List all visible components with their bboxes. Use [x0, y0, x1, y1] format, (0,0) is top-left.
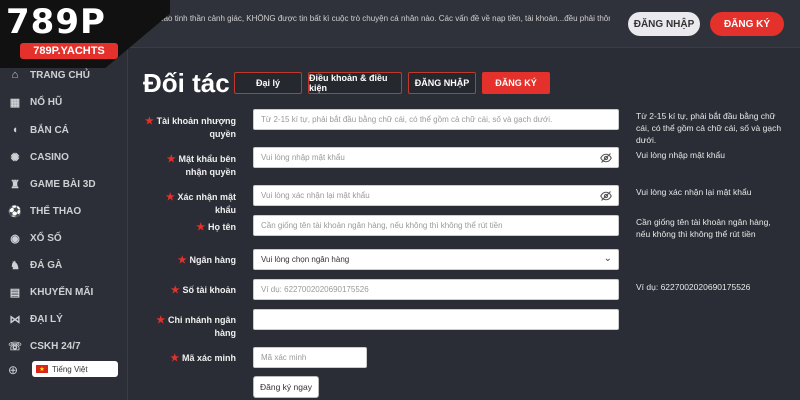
- account-number-label: ★ Số tài khoản: [170, 285, 236, 296]
- fullname-field[interactable]: Cần giống tên tài khoản ngân hàng, nếu k…: [253, 215, 619, 236]
- sidebar-item-label: NỔ HŨ: [30, 96, 63, 108]
- sidebar-item-label: CASINO: [30, 151, 69, 163]
- sidebar-item-label: TRANG CHỦ: [30, 69, 90, 81]
- sidebar-item-casino[interactable]: ✺ CASINO: [0, 146, 128, 168]
- username-hint: Từ 2-15 kí tự, phải bắt đầu bằng chữ cái…: [636, 111, 782, 145]
- home-icon: ⌂: [11, 69, 19, 81]
- verify-code-placeholder: Mã xác minh: [261, 353, 307, 362]
- confirm-password-placeholder: Vui lòng xác nhận lại mật khẩu: [261, 191, 370, 200]
- sidebar-item-cockfight[interactable]: ♞ ĐÁ GÀ: [0, 254, 128, 276]
- sidebar-item-label: ĐẠI LÝ: [30, 313, 63, 325]
- logo-domain: 789P.YACHTS: [20, 43, 118, 59]
- sidebar-item-label: BẮN CÁ: [30, 124, 69, 136]
- support-icon: ☏: [8, 340, 22, 353]
- tab-register[interactable]: ĐĂNG KÝ: [482, 72, 550, 94]
- sidebar-item-support[interactable]: ☏ CSKH 24/7: [0, 335, 128, 357]
- chip-icon: ✺: [10, 151, 20, 164]
- sidebar-item-agent[interactable]: ⋈ ĐẠI LÝ: [0, 308, 128, 330]
- account-number-field[interactable]: Ví dụ: 6227002020690175526: [253, 279, 619, 300]
- fullname-placeholder: Cần giống tên tài khoản ngân hàng, nếu k…: [261, 221, 503, 230]
- gift-icon: ▤: [9, 286, 21, 299]
- handshake-icon: ⋈: [9, 313, 21, 326]
- rooster-icon: ♞: [10, 259, 20, 272]
- sidebar-item-card-games[interactable]: ♜ GAME BÀI 3D: [0, 173, 128, 195]
- register-now-button[interactable]: Đăng ký ngay: [253, 376, 319, 398]
- sidebar-item-lottery[interactable]: ◉ XỔ SỐ: [0, 227, 128, 249]
- chevron-down-icon: ⌄: [603, 253, 612, 264]
- fullname-hint: Cần giống tên tài khoản ngân hàng, nếu k…: [636, 217, 771, 239]
- bank-select-value: Vui lòng chọn ngân hàng: [261, 255, 350, 264]
- register-button[interactable]: ĐĂNG KÝ: [710, 12, 784, 36]
- confirm-password-field[interactable]: Vui lòng xác nhận lại mật khẩu: [253, 185, 619, 206]
- branch-field[interactable]: [253, 309, 619, 330]
- sidebar-item-label: GAME BÀI 3D: [30, 178, 96, 190]
- fullname-label: ★ Họ tên: [196, 222, 236, 233]
- account-number-hint: Ví dụ: 6227002020690175526: [636, 282, 751, 292]
- globe-icon: ⊕: [8, 363, 19, 377]
- username-placeholder: Từ 2-15 kí tự, phải bắt đầu bằng chữ cái…: [261, 115, 553, 124]
- tab-agent[interactable]: Đại lý: [234, 72, 302, 94]
- notice-marquee: văng cao tinh thần cảnh giác, KHÔNG được…: [140, 14, 610, 23]
- chess-icon: ♜: [10, 178, 20, 191]
- bank-select[interactable]: Vui lòng chọn ngân hàng ⌄: [253, 249, 619, 270]
- sidebar-item-promotions[interactable]: ▤ KHUYẾN MÃI: [0, 281, 128, 303]
- username-field[interactable]: Từ 2-15 kí tự, phải bắt đầu bằng chữ cái…: [253, 109, 619, 130]
- eye-off-icon[interactable]: [600, 190, 612, 202]
- account-number-placeholder: Ví dụ: 6227002020690175526: [261, 285, 369, 294]
- sidebar-item-sports[interactable]: ⚽ THỂ THAO: [0, 200, 128, 222]
- slot-icon: ▦: [9, 96, 21, 109]
- logo-text: 789P: [6, 2, 106, 42]
- lottery-icon: ◉: [10, 232, 20, 245]
- verify-code-field[interactable]: Mã xác minh: [253, 347, 367, 368]
- language-selector[interactable]: ★ Tiếng Việt: [32, 361, 118, 377]
- page-title: Đối tác: [143, 68, 230, 98]
- logo[interactable]: 789P 789P.YACHTS: [0, 0, 170, 68]
- sidebar-item-label: XỔ SỐ: [30, 232, 62, 244]
- sidebar: ⌂ TRANG CHỦ ▦ NỔ HŨ ◖ BẮN CÁ ✺ CASINO ♜ …: [0, 48, 128, 400]
- password-placeholder: Vui lòng nhập mật khẩu: [261, 153, 345, 162]
- sidebar-item-fishing[interactable]: ◖ BẮN CÁ: [0, 119, 128, 141]
- vietnam-flag-icon: ★: [36, 365, 48, 373]
- verify-code-label: ★ Mã xác minh: [170, 353, 236, 364]
- tab-login[interactable]: ĐĂNG NHẬP: [408, 72, 476, 94]
- sidebar-item-label: KHUYẾN MÃI: [30, 286, 94, 298]
- sidebar-item-slots[interactable]: ▦ NỔ HŨ: [0, 91, 128, 113]
- login-button[interactable]: ĐĂNG NHẬP: [628, 12, 700, 36]
- sidebar-item-label: ĐÁ GÀ: [30, 259, 63, 271]
- tab-terms[interactable]: Điều khoản & điều kiện: [308, 72, 402, 94]
- password-hint: Vui lòng nhập mật khẩu: [636, 150, 725, 160]
- username-label: ★ Tài khoản nhượng quyền: [144, 116, 236, 139]
- sidebar-item-label: THỂ THAO: [30, 205, 82, 217]
- soccer-icon: ⚽: [8, 205, 22, 218]
- password-label: ★ Mật khẩu bên nhận quyền: [166, 154, 236, 177]
- language-label: Tiếng Việt: [52, 364, 88, 374]
- eye-off-icon[interactable]: [600, 152, 612, 164]
- confirm-password-label: ★ Xác nhận mật khẩu: [165, 192, 236, 215]
- password-field[interactable]: Vui lòng nhập mật khẩu: [253, 147, 619, 168]
- confirm-password-hint: Vui lòng xác nhận lại mật khẩu: [636, 187, 752, 197]
- sidebar-item-label: CSKH 24/7: [30, 340, 81, 352]
- bank-label: ★ Ngân hàng: [177, 255, 236, 266]
- fish-icon: ◖: [11, 124, 19, 136]
- branch-label: ★ Chi nhánh ngân hàng: [156, 315, 236, 338]
